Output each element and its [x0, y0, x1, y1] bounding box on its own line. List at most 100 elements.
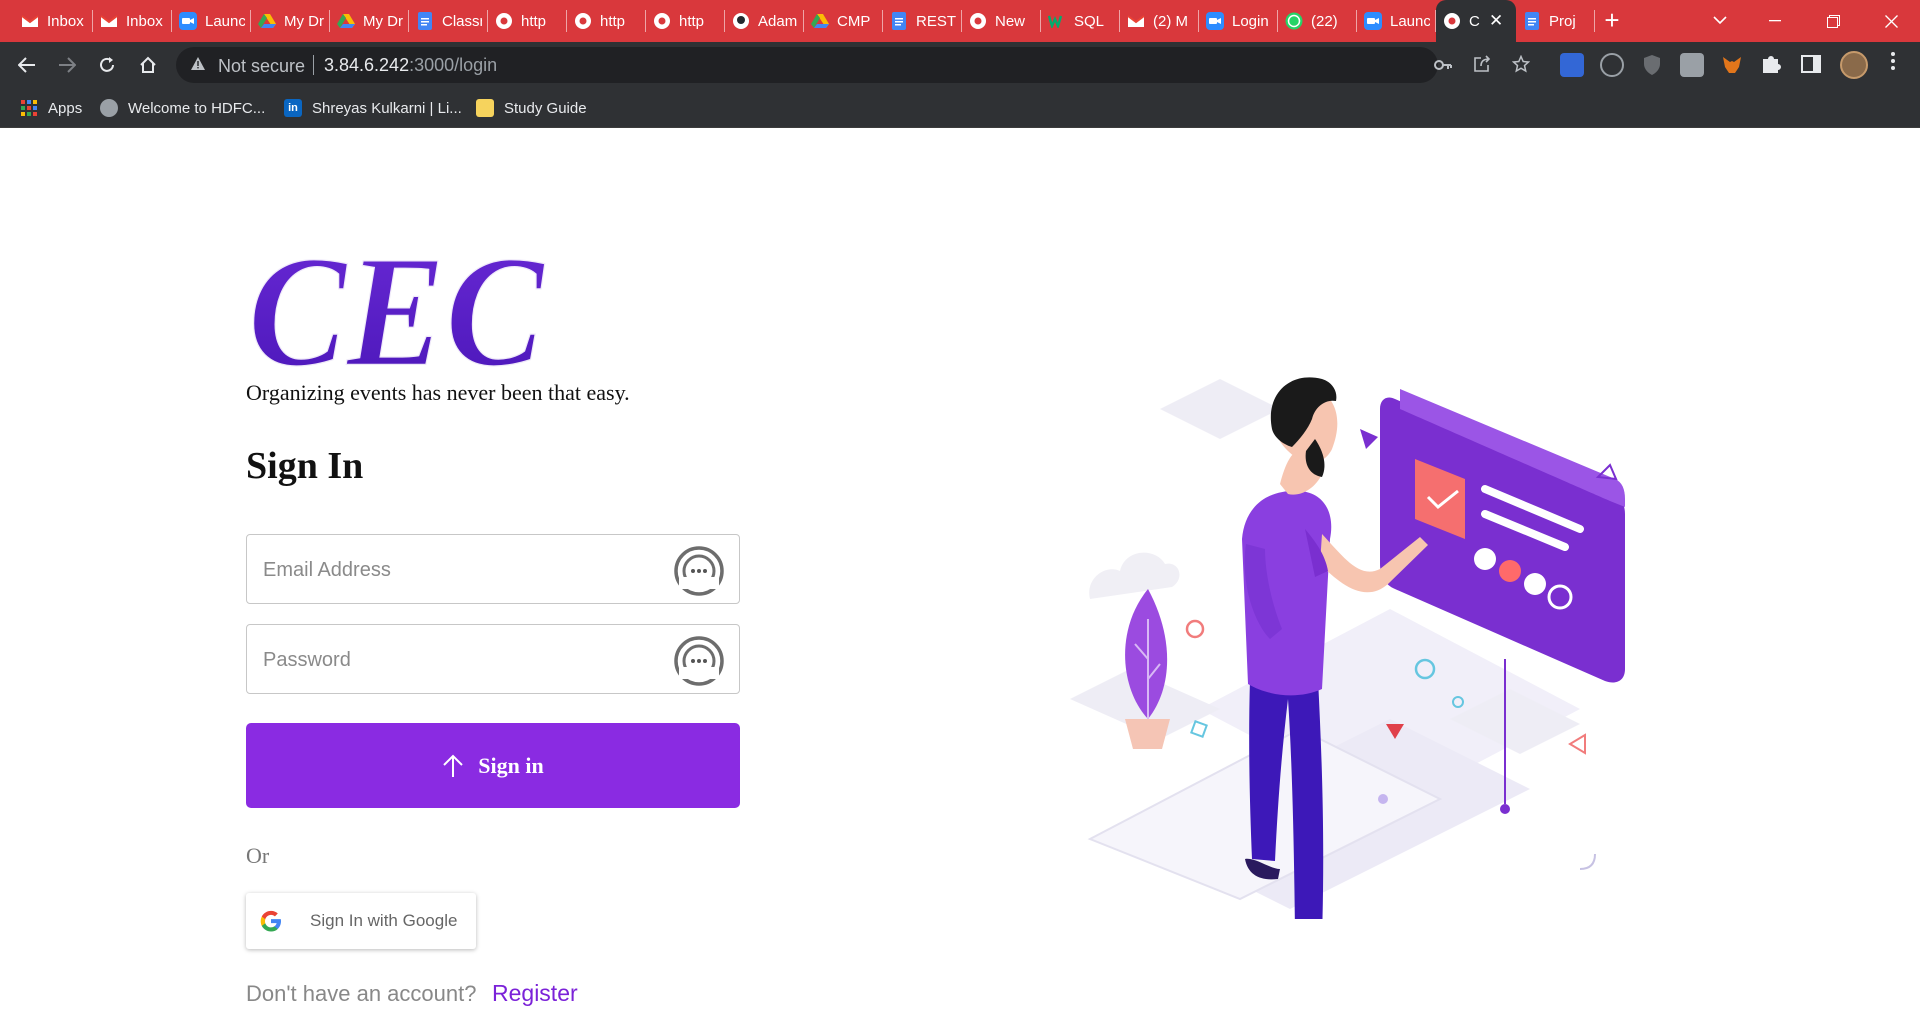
browser-tab[interactable]: http: [567, 0, 646, 42]
browser-tab[interactable]: REST: [883, 0, 962, 42]
browser-tab[interactable]: CMP: [804, 0, 883, 42]
browser-tab[interactable]: C ✕: [1436, 0, 1516, 42]
sign-in-button[interactable]: Sign in: [246, 723, 740, 808]
browser-tab[interactable]: Adam: [725, 0, 804, 42]
browser-tab[interactable]: New: [962, 0, 1041, 42]
email-input[interactable]: [263, 555, 643, 585]
restore-icon[interactable]: [1804, 0, 1862, 42]
cec-logo: CEC CEC: [247, 235, 546, 375]
deco-triangle: [1568, 733, 1586, 755]
tab-search-chevron-icon[interactable]: [1706, 6, 1734, 34]
deco-square: [1190, 720, 1208, 738]
browser-toolbar: Not secure 3.84.6.242:3000/login: [0, 42, 1920, 88]
tab-title: http: [679, 12, 705, 30]
browser-tab[interactable]: (2) M: [1120, 0, 1199, 42]
small-platform: [1160, 379, 1280, 439]
address-bar[interactable]: Not secure 3.84.6.242:3000/login: [176, 47, 1531, 83]
bookmark-study-guide[interactable]: Study Guide: [476, 97, 587, 119]
bookmarks-bar: Apps Welcome to HDFC... in Shreyas Kulka…: [0, 88, 1920, 128]
deco-circle: [1185, 619, 1205, 639]
gmail-icon: [99, 12, 118, 31]
browser-menu-icon[interactable]: [1882, 50, 1904, 80]
browser-tab[interactable]: (22): [1278, 0, 1357, 42]
tab-title: http: [521, 12, 547, 30]
w3-icon: [1047, 12, 1066, 31]
email-field: [246, 534, 740, 604]
reload-icon[interactable]: [92, 50, 122, 80]
metamask-icon[interactable]: [1720, 53, 1744, 77]
bookmark-star-icon[interactable]: [1510, 54, 1532, 77]
browser-tab[interactable]: Classroom: [409, 0, 488, 42]
extensions-puzzle-icon[interactable]: [1760, 53, 1784, 77]
password-manager-icon[interactable]: [673, 545, 725, 597]
deco-dot: [1378, 794, 1388, 804]
tab-title: http: [600, 12, 626, 30]
globe-icon: [494, 12, 513, 31]
deco-triangle: [1360, 429, 1378, 449]
deco-curve: [1579, 853, 1596, 870]
share-icon[interactable]: [1471, 55, 1493, 77]
browser-tab[interactable]: Login: [1199, 0, 1278, 42]
tagline: Organizing events has never been that ea…: [246, 380, 630, 405]
tab-title: CMP: [837, 12, 871, 30]
arrow-up-icon: [443, 754, 463, 777]
bookmark-linkedin[interactable]: in Shreyas Kulkarni | Li...: [284, 97, 462, 119]
extension-headphones-icon[interactable]: [1600, 53, 1624, 77]
extension-blue-icon[interactable]: [1560, 53, 1584, 77]
docs-icon: [889, 12, 908, 31]
globe-icon: [573, 12, 592, 31]
browser-tab[interactable]: Inbox: [14, 0, 93, 42]
bookmark-apps[interactable]: Apps: [20, 97, 82, 119]
not-secure-label[interactable]: Not secure: [218, 56, 305, 77]
back-icon[interactable]: [12, 50, 42, 80]
close-tab-icon[interactable]: ✕: [1489, 11, 1503, 31]
bookmark-label: Welcome to HDFC...: [128, 99, 266, 117]
folder-icon: [476, 99, 494, 117]
warning-icon[interactable]: [190, 56, 208, 74]
extension-shield-icon[interactable]: [1640, 53, 1664, 77]
chrome-icon: [968, 12, 987, 31]
minimize-icon[interactable]: [1746, 0, 1804, 42]
panel-dot: [1499, 560, 1521, 582]
browser-tab[interactable]: http: [488, 0, 567, 42]
window-controls: [1746, 0, 1920, 42]
close-window-icon[interactable]: [1862, 0, 1920, 42]
url-text[interactable]: 3.84.6.242:3000/login: [324, 55, 497, 76]
or-divider-text: Or: [246, 843, 270, 868]
profile-avatar[interactable]: [1840, 51, 1868, 79]
drive-icon: [257, 12, 276, 31]
tab-title: Classroom: [442, 12, 482, 30]
register-link[interactable]: Register: [492, 980, 578, 1007]
password-manager-icon[interactable]: [673, 635, 725, 687]
bookmark-label: Shreyas Kulkarni | Li...: [312, 99, 462, 117]
tab-title: (22): [1311, 12, 1338, 30]
gmail-icon: [20, 12, 39, 31]
google-sign-in-button[interactable]: Sign In with Google: [246, 893, 476, 949]
browser-tab[interactable]: SQL: [1041, 0, 1120, 42]
zoom-icon: [1205, 12, 1224, 31]
password-input[interactable]: [263, 645, 643, 675]
browser-tab[interactable]: Proj: [1516, 0, 1595, 42]
browser-tab[interactable]: http: [646, 0, 725, 42]
docs-icon: [415, 12, 434, 31]
tab-title: Launch: [205, 12, 245, 30]
tab-title: (2) M: [1153, 12, 1188, 30]
side-panel-icon[interactable]: [1800, 53, 1824, 77]
browser-tab[interactable]: Inbox: [93, 0, 172, 42]
plant-pot: [1125, 719, 1170, 749]
tab-title: C: [1469, 12, 1480, 30]
browser-tab[interactable]: My Drive: [330, 0, 409, 42]
forward-icon[interactable]: [52, 50, 82, 80]
home-icon[interactable]: [133, 50, 163, 80]
password-field: [246, 624, 740, 694]
browser-tab[interactable]: Launch: [1357, 0, 1436, 42]
tab-title: Login: [1232, 12, 1269, 30]
key-icon[interactable]: [1432, 55, 1454, 77]
extension-grey-icon[interactable]: [1680, 53, 1704, 77]
new-tab-button[interactable]: +: [1598, 7, 1626, 35]
browser-tab[interactable]: Launch: [172, 0, 251, 42]
panel-stand-base: [1500, 804, 1510, 814]
bookmark-hdfc[interactable]: Welcome to HDFC...: [100, 97, 265, 119]
browser-tab[interactable]: My Drive: [251, 0, 330, 42]
zoom-icon: [1363, 12, 1382, 31]
